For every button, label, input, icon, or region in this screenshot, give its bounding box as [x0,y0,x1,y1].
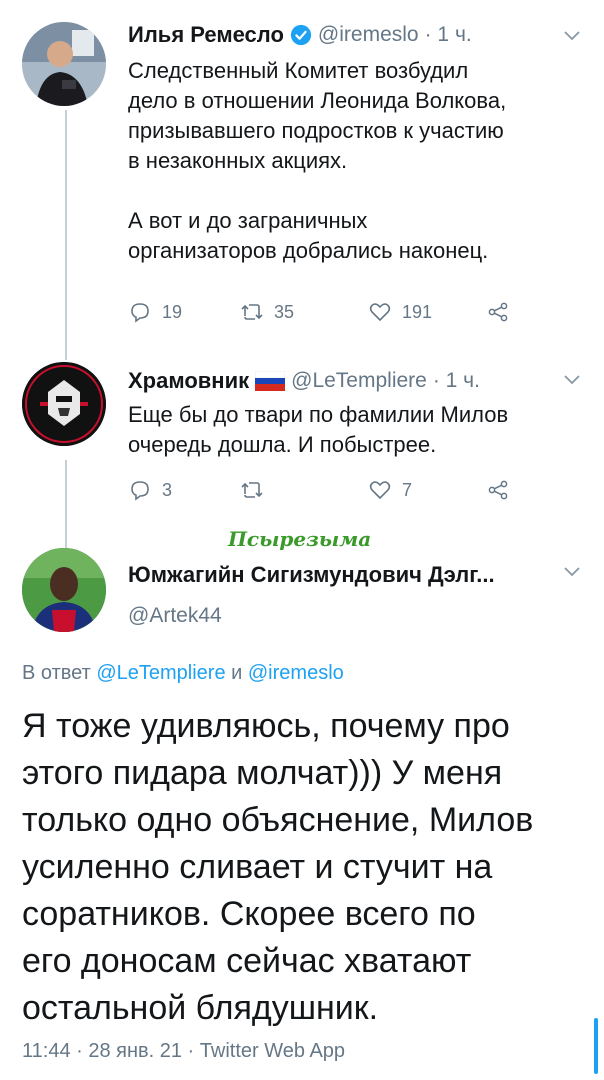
text-line: в незаконных акциях. [128,148,348,173]
text-line: Еще бы до твари по фамилии Милов [128,402,509,427]
tweet-footer[interactable]: 11:44 · 28 янв. 21 · Twitter Web App [22,1040,345,1063]
text-line: очередь дошла. И побыстрее. [128,432,437,457]
share-button[interactable] [486,478,510,502]
tweet-actions: 19 35 191 [128,300,510,324]
avatar[interactable] [22,362,106,446]
reply-icon [131,481,149,501]
reply-context: В ответ @LeTempliere и @iremeslo [22,662,344,685]
reply-button[interactable]: 3 [128,478,240,502]
verified-badge-icon [290,24,312,46]
like-count: 191 [402,301,433,322]
text-line: организаторов добрались наконец. [128,238,489,263]
text-line: его доносам сейчас хватают [22,942,472,980]
tweet-time[interactable]: · 1 ч. [425,23,472,47]
heart-icon [369,303,391,322]
reply-prefix: В ответ [22,662,91,684]
author-handle[interactable]: @iremeslo [318,23,419,47]
chevron-down-icon[interactable] [563,374,581,386]
chevron-down-icon[interactable] [563,566,581,578]
reply-count: 19 [162,301,183,322]
text-line: призывавшего подростков к участию [128,118,504,143]
tweet-text: Я тоже удивляюсь, почему про этого пидар… [22,703,533,1032]
avatar[interactable] [22,22,106,106]
russia-flag-icon [255,371,286,391]
like-count: 7 [402,479,413,500]
text-line: только одно объяснение, Милов [22,801,534,839]
mention-link[interactable]: @iremeslo [248,662,344,684]
text-line: Я тоже удивляюсь, почему про [22,707,510,745]
reply-button[interactable]: 19 [128,300,240,324]
tweet-text: Следственный Комитет возбудил дело в отн… [128,56,506,266]
thread-line [65,460,67,550]
scrollbar[interactable] [594,1018,598,1074]
author-name[interactable]: Юмжагийн Сигизмундович Дэлг... [128,562,495,588]
like-button[interactable]: 191 [368,300,486,324]
reply-count: 3 [162,479,173,500]
like-button[interactable]: 7 [368,478,486,502]
retweet-count: 35 [274,301,295,322]
mention-link[interactable]: @LeTempliere [96,662,225,684]
retweet-icon [241,304,263,320]
avatar[interactable] [22,548,106,632]
share-icon [488,480,508,500]
text-line: Следственный Комитет возбудил [128,58,469,83]
tweet-time[interactable]: · 1 ч. [433,369,480,393]
thread-line [65,110,67,360]
author-name[interactable]: Храмовник [128,368,249,394]
retweet-icon [241,482,263,498]
reply-icon [131,303,149,323]
author-handle[interactable]: @LeTempliere [291,369,427,393]
text-line: остальной блядушник. [22,989,379,1027]
chevron-down-icon[interactable] [563,30,581,42]
share-button[interactable] [486,300,510,324]
tweet-actions: 3 7 [128,478,510,502]
tweet-text: Еще бы до твари по фамилии Милов очередь… [128,400,508,460]
author-handle[interactable]: @Artek44 [128,604,222,628]
retweet-button[interactable] [240,478,368,502]
author-name[interactable]: Илья Ремесло [128,22,284,48]
text-line: соратников. Скорее всего по [22,895,476,933]
reply-conjunction: и [231,662,243,684]
share-icon [488,302,508,322]
heart-icon [369,481,391,500]
retweet-button[interactable]: 35 [240,300,368,324]
text-line: этого пидара молчат))) У меня [22,754,503,792]
watermark: Псырезыма [228,527,372,551]
text-line: А вот и до заграничных [128,208,368,233]
text-line: дело в отношении Леонида Волкова, [128,88,507,113]
text-line: усиленно сливает и стучит на [22,848,493,886]
